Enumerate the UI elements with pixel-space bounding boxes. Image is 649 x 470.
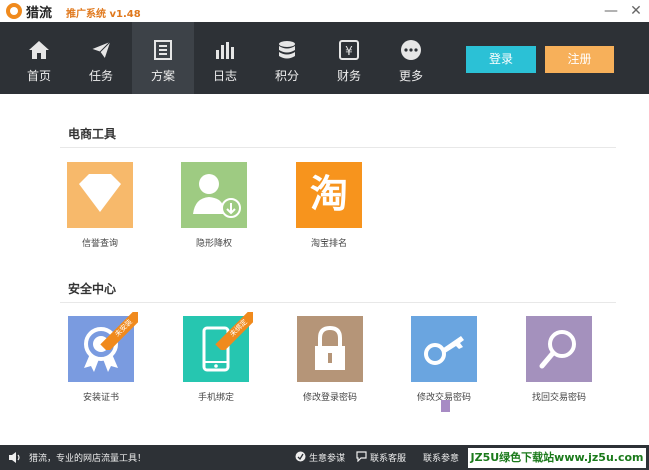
support-link-2[interactable]: 联系参意: [423, 451, 459, 464]
paper-plane-icon: [89, 40, 112, 61]
status-tagline: 猎流，专业的网店流量工具！: [29, 454, 147, 464]
nav-label: 更多: [398, 69, 423, 83]
lock-icon: [315, 325, 345, 370]
app-name: 猎流: [26, 6, 53, 21]
watermark: JZ5U绿色下载站www.jz5u.com: [468, 448, 646, 468]
tile-install-certificate[interactable]: 未安装: [68, 312, 138, 382]
feedback-link[interactable]: 生意参谋: [309, 451, 345, 464]
logo-icon: [6, 3, 22, 19]
close-button[interactable]: ✕: [624, 0, 648, 22]
document-icon: [154, 40, 172, 60]
nav-item-home[interactable]: 首页: [8, 22, 70, 94]
tile-label: 手机绑定: [197, 393, 234, 403]
svg-text:¥: ¥: [345, 44, 353, 58]
tile-change-login-password[interactable]: [297, 316, 363, 382]
top-nav: 首页 任务 方案 日志 积分 ¥ 财务 更多 登录 注册: [0, 22, 649, 94]
taobao-icon: 淘: [309, 172, 348, 216]
ribbon-badge: 未安装: [100, 312, 138, 350]
title-bar: 猎流 推广系统 v1.48 — ✕: [0, 0, 649, 22]
home-icon: [29, 41, 49, 59]
diamond-icon: [79, 174, 121, 212]
tile-label: 找回交易密码: [531, 393, 586, 403]
nav-label: 财务: [336, 69, 361, 83]
tile-credit-check[interactable]: [67, 162, 133, 228]
coins-icon: [279, 41, 295, 59]
register-button[interactable]: 注册: [545, 46, 614, 73]
minimize-button[interactable]: —: [599, 0, 623, 22]
nav-label: 方案: [150, 69, 175, 83]
tile-label: 淘宝排名: [310, 239, 347, 249]
bar-chart-icon: [216, 42, 234, 59]
cursor-artifact: [441, 400, 450, 412]
nav-item-points[interactable]: 积分: [256, 22, 318, 94]
tile-label: 信誉查询: [81, 239, 118, 249]
feedback-icon: [295, 451, 306, 462]
tile-hidden-demotion[interactable]: [181, 162, 247, 228]
tile-label: 隐形降权: [195, 239, 232, 249]
search-icon: [539, 330, 576, 369]
speaker-icon: [9, 452, 20, 463]
tile-phone-binding[interactable]: 未绑定: [183, 312, 253, 382]
nav-item-more[interactable]: 更多: [380, 22, 442, 94]
chat-icon: [356, 451, 367, 462]
nav-item-finance[interactable]: ¥ 财务: [318, 22, 380, 94]
yuan-icon: ¥: [339, 40, 359, 60]
more-icon: [401, 40, 421, 60]
nav-label: 日志: [212, 69, 237, 83]
nav-label: 积分: [274, 69, 299, 83]
login-button[interactable]: 登录: [466, 46, 536, 73]
app-version: 推广系统 v1.48: [66, 9, 141, 20]
section-title-ecommerce: 电商工具: [68, 127, 117, 141]
tile-recover-trade-password[interactable]: [526, 316, 592, 382]
section-divider: [60, 147, 616, 148]
section-divider: [60, 302, 616, 303]
nav-label: 任务: [88, 69, 113, 83]
support-link[interactable]: 联系客服: [370, 451, 406, 464]
key-icon: [424, 336, 464, 365]
section-title-security: 安全中心: [68, 282, 117, 296]
nav-item-plans[interactable]: 方案: [132, 22, 194, 94]
nav-item-logs[interactable]: 日志: [194, 22, 256, 94]
nav-label: 首页: [26, 69, 51, 83]
tile-taobao-ranking[interactable]: 淘: [296, 162, 362, 228]
ribbon-badge: 未绑定: [215, 312, 253, 350]
tile-change-trade-password[interactable]: [411, 316, 477, 382]
nav-item-tasks[interactable]: 任务: [70, 22, 132, 94]
tile-label: 修改登录密码: [302, 393, 357, 403]
tile-label: 安装证书: [82, 393, 119, 403]
user-download-icon: [193, 174, 241, 218]
